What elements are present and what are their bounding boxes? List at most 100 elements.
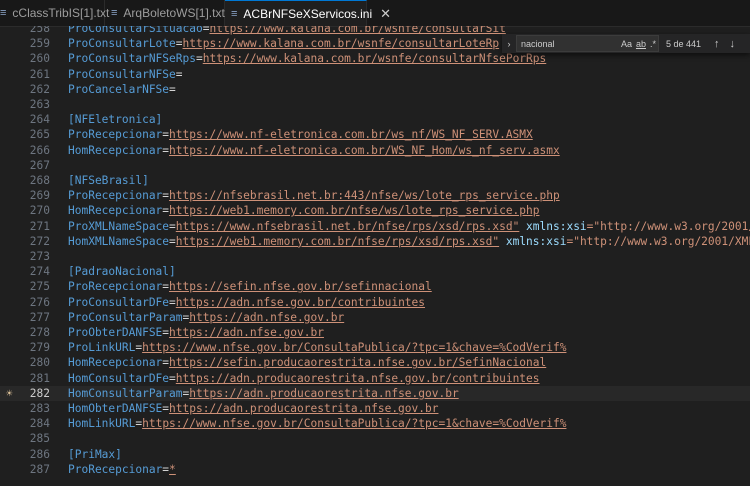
text-file-icon: ≡ <box>111 7 118 19</box>
code-line: 262 ProCancelarNFSe= <box>0 82 750 97</box>
ini-equals: = <box>175 67 183 81</box>
line-number: 266 <box>29 143 50 157</box>
ini-equals: = <box>169 295 176 309</box>
ini-value: https://www.kalana.com.br/wsnfe/consulta… <box>182 37 500 51</box>
ini-key: HomRecepcionar <box>68 356 163 370</box>
ini-section-header: [NFSeBrasil] <box>68 174 149 187</box>
xml-attribute: xmlns:xsi <box>519 219 587 233</box>
xml-attribute-value: ="http://www.w3.org/2001/XML <box>566 234 750 248</box>
ini-value: https://www.nfse.gov.br/ConsultaPublica/… <box>142 417 567 431</box>
ini-value: https://adn.producaorestrita.nfse.gov.br <box>189 386 459 400</box>
ini-equals: = <box>195 52 203 66</box>
ini-value: https://adn.producaorestrita.nfse.gov.br… <box>175 371 540 385</box>
line-number: 270 <box>29 204 50 218</box>
tab-label: ArqBoletoWS[1].txt <box>123 6 225 20</box>
ini-key: ProConsultarNFSeRps <box>68 52 196 66</box>
line-number: 280 <box>29 356 50 370</box>
line-number: 284 <box>29 417 50 431</box>
code-line: 265 ProRecepcionar=https://www.nf-eletron… <box>0 127 750 142</box>
ini-key: ProRecepcionar <box>68 280 163 294</box>
code-line: 280 HomRecepcionar=https://sefin.producao… <box>0 355 750 370</box>
regex-button[interactable]: .* <box>650 39 656 49</box>
code-text: ProCancelarNFSe= <box>68 82 176 97</box>
tab-label: cClassTribIS[1].txt <box>12 6 110 20</box>
line-number: 276 <box>29 295 50 309</box>
ini-key: HomRecepcionar <box>68 204 163 218</box>
line-number: 278 <box>29 326 50 339</box>
text-file-icon: ≡ <box>231 7 238 20</box>
ini-value: https://adn.nfse.gov.br/contribuintes <box>175 295 426 309</box>
line-number: 261 <box>29 67 50 81</box>
toggle-replace-chevron-icon[interactable]: › <box>502 39 516 49</box>
code-text: [NFEletronica] <box>68 112 162 127</box>
line-number: 259 <box>29 37 50 51</box>
code-text: HomRecepcionar=https://sefin.producaores… <box>68 355 546 370</box>
code-line: 283 HomObterDANFSE=https://adn.producaore… <box>0 401 750 416</box>
line-number: 277 <box>29 310 50 324</box>
line-number: 275 <box>29 280 50 294</box>
line-number: 282 <box>29 386 50 400</box>
ini-value: https://web1.memory.com.br/nfse/rps/xsd/… <box>175 234 500 248</box>
code-line: 272 HomXMLNameSpace=https://web1.memory.c… <box>0 234 750 249</box>
code-text: HomRecepcionar=https://www.nf-eletronica… <box>68 143 560 158</box>
ini-equals: = <box>175 37 183 51</box>
line-number: 287 <box>29 462 50 476</box>
line-number: 279 <box>29 341 50 355</box>
code-line: 275 ProRecepcionar=https://sefin.nfse.gov… <box>0 279 750 294</box>
find-input[interactable]: nacional Aa ab .* <box>516 35 659 52</box>
code-text: HomObterDANFSE=https://adn.producaorestr… <box>68 401 438 416</box>
ini-value: https://adn.nfse.gov.br <box>189 310 345 324</box>
code-text: [PadraoNacional] <box>68 264 176 279</box>
code-line: 287 ProRecepcionar=* <box>0 462 750 477</box>
line-number: 267 <box>29 158 50 172</box>
code-text: HomRecepcionar=https://web1.memory.com.b… <box>68 203 540 218</box>
ini-equals: = <box>169 234 176 248</box>
code-text: HomXMLNameSpace=https://web1.memory.com.… <box>68 234 750 249</box>
tab-arqboletows[interactable]: ≡ ArqBoletoWS[1].txt <box>105 0 225 26</box>
xml-attribute: xmlns:xsi <box>499 234 567 248</box>
code-line: 281 HomConsultarDFe=https://adn.producaor… <box>0 371 750 386</box>
code-text: HomLinkURL=https://www.nfse.gov.br/Consu… <box>68 416 566 431</box>
ini-key: ProConsultarLote <box>68 37 176 51</box>
ini-key: ProXMLNameSpace <box>68 219 170 233</box>
ini-section-header: [PriMax] <box>68 447 122 461</box>
code-editor[interactable]: 258 ProConsultarSituacao=https://www.kala… <box>0 26 750 486</box>
line-number: 269 <box>29 189 50 203</box>
previous-match-icon[interactable]: ↑ <box>714 38 720 50</box>
code-text: ProRecepcionar=https://www.nf-eletronica… <box>68 127 533 142</box>
xml-attribute-value: ="http://www.w3.org/2001/ <box>586 219 750 233</box>
tab-acbrnfsexservicos[interactable]: ≡ ACBrNFSeXServicos.ini ✕ <box>225 0 391 26</box>
code-line: 270 HomRecepcionar=https://web1.memory.co… <box>0 203 750 218</box>
ini-section-header: [NFEletronica] <box>68 113 163 127</box>
tab-label: ACBrNFSeXServicos.ini <box>243 6 373 21</box>
ini-key: ProConsultarSituacao <box>68 26 203 35</box>
match-case-button[interactable]: Aa <box>621 39 632 49</box>
close-icon[interactable]: ✕ <box>380 6 391 22</box>
next-match-icon[interactable]: ↓ <box>730 38 736 50</box>
ini-value: https://adn.producaorestrita.nfse.gov.br <box>169 402 439 415</box>
find-query: nacional <box>521 38 555 49</box>
code-text: ProRecepcionar=https://sefin.nfse.gov.br… <box>68 279 432 294</box>
ini-value: https://nfsebrasil.net.br:443/nfse/ws/lo… <box>169 189 560 203</box>
code-line: 278 ProObterDANFSE=https://adn.nfse.gov.b… <box>0 325 750 340</box>
line-number: 265 <box>29 128 50 142</box>
code-text: ProXMLNameSpace=https://www.nfsebrasil.n… <box>68 219 750 234</box>
line-number: 286 <box>29 447 50 461</box>
code-text: [PriMax] <box>68 447 122 462</box>
tab-cclasstribis[interactable]: ≡ cClassTribIS[1].txt <box>0 0 109 26</box>
code-text: ProConsultarLote=https://www.kalana.com.… <box>68 36 499 51</box>
ini-key: ProConsultarParam <box>68 310 183 324</box>
match-count: 5 de 441 <box>666 38 702 49</box>
ini-key: HomRecepcionar <box>68 143 163 157</box>
code-line: 277 ProConsultarParam=https://adn.nfse.go… <box>0 310 750 325</box>
code-text: ProLinkURL=https://www.nfse.gov.br/Consu… <box>68 340 566 355</box>
line-number: 268 <box>29 174 50 187</box>
whole-word-button[interactable]: ab <box>636 39 646 49</box>
ini-value: * <box>169 462 176 476</box>
code-text: ProConsultarNFSe= <box>68 67 183 82</box>
code-line: 276 ProConsultarDFe=https://adn.nfse.gov.… <box>0 295 750 310</box>
code-line: 263 <box>0 97 750 112</box>
line-number: 263 <box>29 98 50 111</box>
line-number: 258 <box>29 26 50 35</box>
ini-key: ProConsultarNFSe <box>68 67 176 81</box>
